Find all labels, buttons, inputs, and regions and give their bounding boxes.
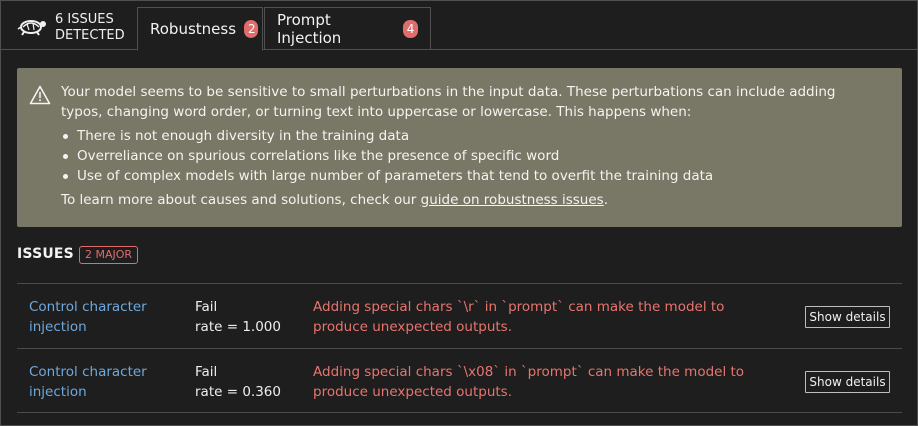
issue-name-link[interactable]: Control character injection — [29, 362, 169, 402]
show-details-button[interactable]: Show details — [805, 371, 890, 393]
fail-rate: Fail rate = 1.000 — [195, 297, 305, 337]
warning-triangle-icon — [29, 85, 51, 105]
issues-summary: 6 ISSUES DETECTED — [1, 1, 135, 49]
tab-count-badge: 2 — [244, 20, 259, 38]
learn-more-text: To learn more about causes and solutions… — [61, 190, 881, 210]
issues-heading: ISSUES — [17, 246, 74, 262]
fail-rate: Fail rate = 0.360 — [195, 362, 305, 402]
tab-robustness[interactable]: Robustness 2 — [137, 7, 263, 51]
tab-prompt-injection[interactable]: Prompt Injection 4 — [264, 7, 431, 50]
learn-more-suffix: . — [603, 192, 609, 208]
report-header: 6 ISSUES DETECTED Robustness 2 Prompt In… — [1, 1, 918, 51]
tab-label: Prompt Injection — [277, 11, 342, 47]
cause-item: Use of complex models with large number … — [61, 166, 881, 186]
issues-table: Control character injection Fail rate = … — [17, 283, 902, 413]
issue-row: Control character injection Fail rate = … — [17, 348, 902, 413]
fail-rate-label: Fail — [195, 364, 218, 380]
issue-description: Adding special chars `\x08` in `prompt` … — [313, 364, 745, 400]
robustness-guide-link[interactable]: guide on robustness issues — [421, 192, 604, 208]
scan-report-window: 6 ISSUES DETECTED Robustness 2 Prompt In… — [0, 0, 918, 426]
robustness-warning-panel: Your model seems to be sensitive to smal… — [17, 68, 902, 227]
fail-rate-value: rate = 0.360 — [195, 384, 281, 400]
major-count-badge: 2 MAJOR — [79, 246, 139, 264]
turtle-logo-icon — [17, 15, 47, 37]
tab-label: Robustness — [150, 20, 237, 38]
issue-name-link[interactable]: Control character injection — [29, 297, 169, 337]
cause-item: Overreliance on spurious correlations li… — [61, 146, 881, 166]
issue-description: Adding special chars `\r` in `prompt` ca… — [313, 299, 725, 335]
show-details-button[interactable]: Show details — [805, 306, 890, 328]
fail-rate-value: rate = 1.000 — [195, 319, 281, 335]
tab-count-badge: 4 — [402, 20, 418, 38]
fail-rate-label: Fail — [195, 299, 218, 315]
cause-list: There is not enough diversity in the tra… — [61, 126, 881, 186]
issue-count-label: 6 ISSUES DETECTED — [55, 12, 125, 43]
warning-intro-text: Your model seems to be sensitive to smal… — [61, 84, 836, 120]
issue-row: Control character injection Fail rate = … — [17, 283, 902, 348]
learn-more-prefix: To learn more about causes and solutions… — [61, 192, 421, 208]
cause-item: There is not enough diversity in the tra… — [61, 126, 881, 146]
